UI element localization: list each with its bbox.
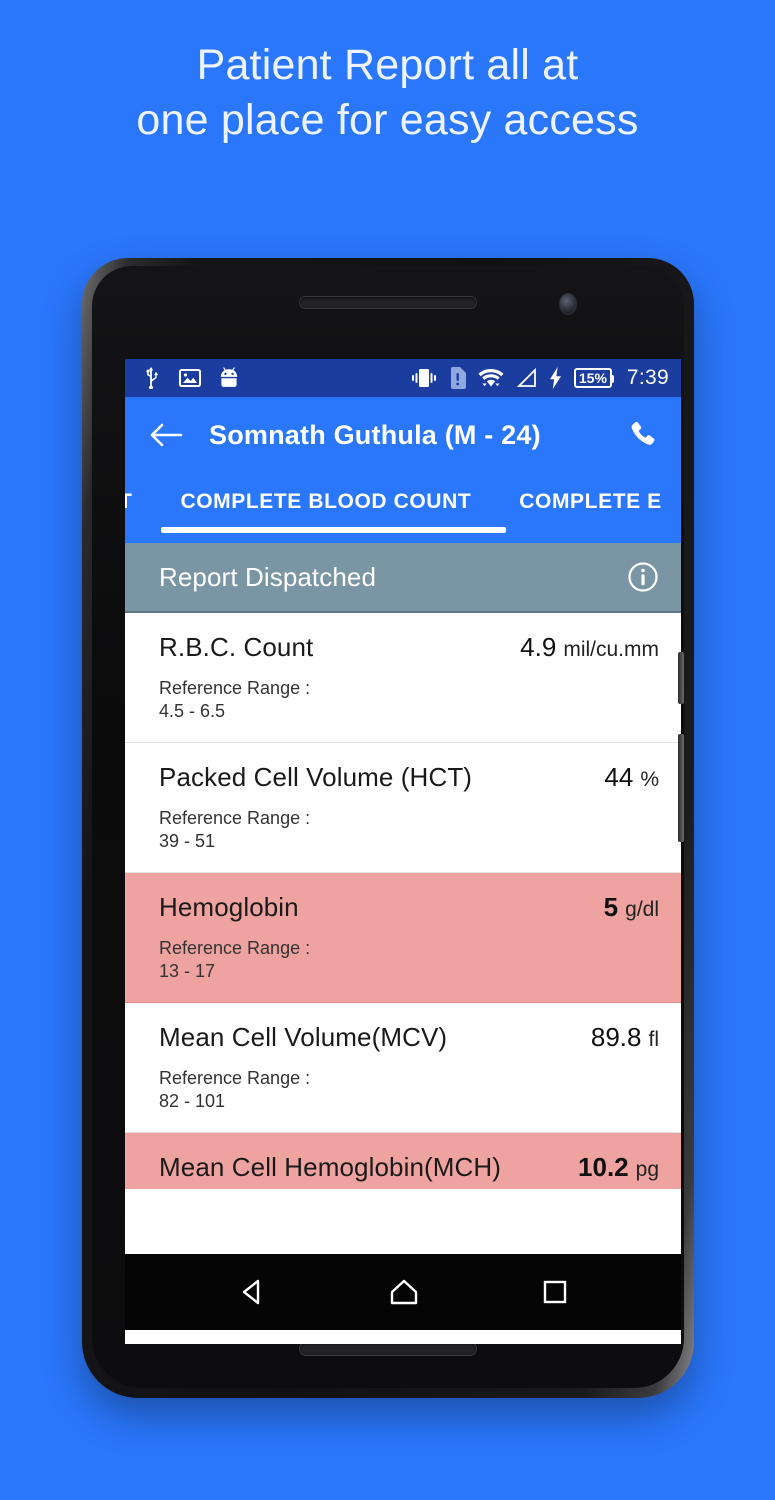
test-result: 4.9 mil/cu.mm bbox=[520, 632, 659, 663]
test-unit: g/dl bbox=[625, 898, 659, 921]
headline-line-1: Patient Report all at bbox=[196, 41, 579, 89]
phone-icon[interactable] bbox=[627, 419, 659, 451]
promo-headline: Patient Report all at one place for easy… bbox=[0, 38, 775, 148]
test-result: 5 g/dl bbox=[604, 892, 659, 923]
tab-complete-blood-count[interactable]: COMPLETE BLOOD COUNT bbox=[154, 473, 497, 514]
report-status-strip[interactable]: Report Dispatched bbox=[125, 543, 681, 613]
reference-range-label: Reference Range : bbox=[159, 808, 311, 828]
clock-label: 7:39 bbox=[626, 366, 669, 389]
report-tabs[interactable]: T COMPLETE BLOOD COUNT COMPLETE E bbox=[125, 473, 681, 543]
test-value: 44 bbox=[604, 762, 634, 792]
earpiece-speaker-grille bbox=[299, 296, 477, 309]
active-tab-indicator bbox=[161, 527, 506, 533]
front-camera-icon bbox=[559, 293, 577, 315]
test-result: 89.8 fl bbox=[591, 1022, 659, 1053]
table-row[interactable]: Mean Cell Hemoglobin(MCH) 10.2 pg bbox=[125, 1133, 681, 1189]
battery-icon: 15% bbox=[573, 368, 614, 388]
reference-range-value: 13 - 17 bbox=[159, 961, 216, 981]
reference-range-label: Reference Range : bbox=[159, 938, 311, 958]
test-unit: mil/cu.mm bbox=[563, 638, 659, 661]
tab-next-clipped[interactable]: COMPLETE E bbox=[497, 473, 662, 514]
test-results-list: R.B.C. Count 4.9 mil/cu.mm Reference Ran… bbox=[125, 613, 681, 1189]
test-value: 4.9 bbox=[520, 632, 557, 662]
phone-bezel: 15% 7:39 Somnath Guthula (M - 24) T COMP… bbox=[92, 266, 684, 1388]
phone-device-frame: 15% 7:39 Somnath Guthula (M - 24) T COMP… bbox=[82, 258, 694, 1398]
battery-percent-label: 15% bbox=[578, 370, 607, 386]
test-unit: pg bbox=[635, 1158, 659, 1181]
reference-range-value: 82 - 101 bbox=[159, 1091, 226, 1111]
android-robot-icon bbox=[219, 367, 239, 389]
reference-range-block: Reference Range : 13 - 17 bbox=[159, 937, 659, 983]
reference-range-value: 39 - 51 bbox=[159, 831, 216, 851]
nav-recents-icon[interactable] bbox=[539, 1276, 571, 1308]
status-bar-left-icons bbox=[143, 367, 239, 389]
reference-range-block: Reference Range : 4.5 - 6.5 bbox=[159, 677, 659, 723]
test-name: Hemoglobin bbox=[159, 892, 299, 922]
nav-back-icon[interactable] bbox=[235, 1275, 269, 1309]
table-row[interactable]: R.B.C. Count 4.9 mil/cu.mm Reference Ran… bbox=[125, 613, 681, 743]
charging-bolt-icon bbox=[549, 367, 563, 389]
phone-screen: 15% 7:39 Somnath Guthula (M - 24) T COMP… bbox=[125, 359, 681, 1344]
tab-previous-clipped[interactable]: T bbox=[125, 473, 154, 514]
android-navigation-bar[interactable] bbox=[125, 1254, 681, 1330]
image-icon bbox=[179, 368, 201, 388]
sim-card-alert-icon bbox=[449, 367, 466, 389]
signal-icon bbox=[516, 367, 538, 389]
test-result: 44 % bbox=[604, 762, 659, 793]
reference-range-block: Reference Range : 39 - 51 bbox=[159, 807, 659, 853]
vibrate-icon bbox=[410, 367, 438, 389]
test-value: 89.8 bbox=[590, 1022, 642, 1052]
volume-button[interactable] bbox=[678, 734, 684, 842]
nav-home-icon[interactable] bbox=[386, 1275, 422, 1309]
test-name: Mean Cell Hemoglobin(MCH) bbox=[159, 1152, 502, 1182]
back-arrow-icon[interactable] bbox=[149, 422, 183, 448]
status-badge: Report Dispatched bbox=[159, 561, 377, 592]
headline-line-2: one place for easy access bbox=[136, 96, 639, 144]
app-bar: Somnath Guthula (M - 24) bbox=[125, 397, 681, 473]
status-bar-right-icons: 15% 7:39 bbox=[410, 366, 669, 390]
test-result: 10.2 pg bbox=[578, 1152, 659, 1183]
usb-icon bbox=[143, 367, 161, 389]
wifi-icon bbox=[477, 367, 505, 389]
page-title: Somnath Guthula (M - 24) bbox=[209, 419, 541, 450]
table-row[interactable]: Mean Cell Volume(MCV) 89.8 fl Reference … bbox=[125, 1003, 681, 1133]
test-unit: % bbox=[640, 768, 659, 791]
table-row[interactable]: Packed Cell Volume (HCT) 44 % Reference … bbox=[125, 743, 681, 873]
android-status-bar: 15% 7:39 bbox=[125, 359, 681, 397]
test-name: Packed Cell Volume (HCT) bbox=[159, 762, 473, 792]
info-circle-icon[interactable] bbox=[627, 561, 659, 593]
test-name: Mean Cell Volume(MCV) bbox=[159, 1022, 448, 1052]
reference-range-value: 4.5 - 6.5 bbox=[159, 701, 226, 721]
power-button[interactable] bbox=[678, 652, 684, 704]
table-row[interactable]: Hemoglobin 5 g/dl Reference Range : 13 -… bbox=[125, 873, 681, 1003]
reference-range-label: Reference Range : bbox=[159, 678, 311, 698]
test-value: 5 bbox=[603, 892, 619, 922]
test-unit: fl bbox=[648, 1028, 660, 1051]
reference-range-block: Reference Range : 82 - 101 bbox=[159, 1067, 659, 1113]
bottom-speaker-grille bbox=[299, 1342, 477, 1356]
test-value: 10.2 bbox=[578, 1152, 629, 1182]
reference-range-label: Reference Range : bbox=[159, 1068, 311, 1088]
test-name: R.B.C. Count bbox=[159, 632, 314, 662]
